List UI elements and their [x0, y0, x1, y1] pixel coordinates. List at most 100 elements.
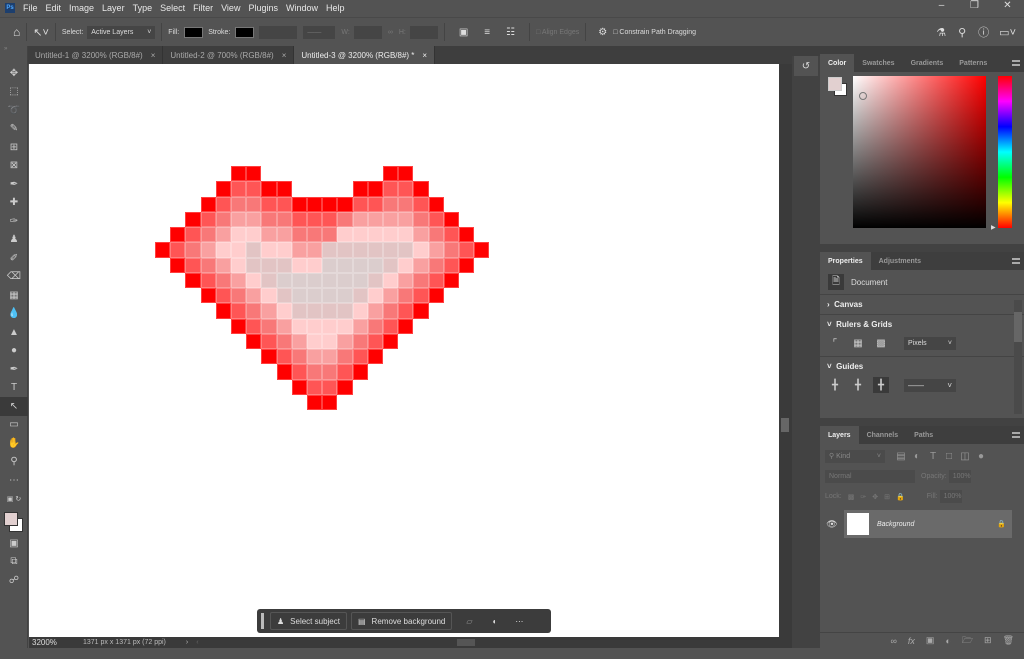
restore-icon[interactable]: ❐: [958, 0, 991, 16]
guides-section[interactable]: ˅ Guides ╋ ╋ ╋ —— ˅: [820, 356, 1024, 398]
visibility-eye-icon[interactable]: 👁: [820, 519, 844, 530]
smart-guides-icon[interactable]: ╋: [873, 377, 889, 393]
menu-view[interactable]: View: [221, 3, 240, 13]
path-selection-tool-icon[interactable]: ↖: [0, 397, 28, 416]
path-selection-tool-icon[interactable]: ↖˅: [33, 26, 49, 39]
help-icon[interactable]: ⓘ: [978, 24, 989, 40]
scroll-left-icon[interactable]: ‹: [196, 639, 198, 646]
brush-tool-icon[interactable]: ✑: [0, 212, 28, 231]
tab-color[interactable]: Color: [820, 54, 855, 72]
panel-menu-icon[interactable]: [1012, 258, 1020, 264]
stroke-type-dropdown[interactable]: ——: [303, 25, 336, 39]
width-input[interactable]: [353, 25, 382, 39]
close-icon[interactable]: ✕: [991, 0, 1024, 16]
new-adjustment-layer-icon[interactable]: ◐: [945, 636, 950, 646]
type-tool-icon[interactable]: T: [0, 379, 28, 398]
close-tab-icon[interactable]: ×: [422, 51, 427, 60]
gradient-tool-icon[interactable]: ▦: [0, 286, 28, 305]
menu-layer[interactable]: Layer: [102, 3, 125, 13]
home-icon[interactable]: ⌂: [13, 25, 20, 39]
smart-object-filter-icon[interactable]: ◫: [957, 448, 973, 464]
guide-style-dropdown[interactable]: —— ˅: [904, 378, 956, 392]
lock-artboard-icon[interactable]: ⊞: [884, 493, 890, 501]
link-layers-icon[interactable]: ∞: [890, 636, 896, 646]
panel-menu-icon[interactable]: [1012, 60, 1020, 66]
add-mask-icon[interactable]: ▣: [926, 635, 935, 646]
horizontal-scrollbar-thumb[interactable]: [457, 639, 475, 646]
blur-tool-icon[interactable]: 💧: [0, 305, 28, 324]
minimize-icon[interactable]: –: [925, 0, 958, 16]
lock-transparent-icon[interactable]: ▩: [848, 493, 855, 501]
hand-tool-icon[interactable]: ✋: [0, 434, 28, 453]
lock-pixels-icon[interactable]: ✑: [860, 493, 866, 501]
layer-row[interactable]: 👁 Background 🔒: [820, 510, 1024, 538]
trash-icon[interactable]: 🗑: [1003, 635, 1014, 646]
align-edges-checkbox[interactable]: □ Align Edges: [536, 29, 579, 36]
menu-filter[interactable]: Filter: [193, 3, 213, 13]
lock-guides-icon[interactable]: ╋: [850, 377, 866, 393]
crop-tool-icon[interactable]: ⊞: [0, 138, 28, 157]
menu-window[interactable]: Window: [286, 3, 318, 13]
transform-icon[interactable]: ▱: [466, 617, 472, 626]
vertical-scrollbar[interactable]: [779, 64, 792, 637]
link-icon[interactable]: ∞: [388, 29, 393, 36]
menu-select[interactable]: Select: [160, 3, 185, 13]
clone-stamp-tool-icon[interactable]: ♟: [0, 231, 28, 250]
burn-tool-icon[interactable]: ●: [0, 342, 28, 361]
menu-image[interactable]: Image: [69, 3, 94, 13]
lasso-tool-icon[interactable]: ➰: [0, 101, 28, 120]
shape-filter-icon[interactable]: □: [941, 448, 957, 464]
screen-mode-icon[interactable]: ⧉: [0, 553, 28, 572]
height-input[interactable]: [409, 25, 438, 39]
dodge-tool-icon[interactable]: ▲: [0, 323, 28, 342]
close-tab-icon[interactable]: ×: [151, 51, 156, 60]
menu-plugins[interactable]: Plugins: [248, 3, 278, 13]
blend-mode-dropdown[interactable]: Normal: [825, 470, 915, 483]
guides-icon[interactable]: ╋: [827, 377, 843, 393]
rectangle-tool-icon[interactable]: ▭: [0, 416, 28, 435]
more-tools-icon[interactable]: ⋯: [0, 471, 28, 490]
share-icon[interactable]: ☍: [0, 571, 28, 590]
type-filter-icon[interactable]: T: [925, 448, 941, 464]
eraser-tool-icon[interactable]: ⌫: [0, 268, 28, 287]
menu-edit[interactable]: Edit: [46, 3, 62, 13]
filter-toggle-icon[interactable]: ●: [973, 448, 989, 464]
document-canvas[interactable]: [29, 64, 779, 637]
canvas-section[interactable]: › Canvas: [820, 294, 1024, 314]
healing-brush-tool-icon[interactable]: ✚: [0, 194, 28, 213]
grid-icon[interactable]: ▦: [850, 335, 866, 351]
drag-handle[interactable]: [261, 613, 264, 629]
ruler-icon[interactable]: ⌜: [827, 335, 843, 351]
marquee-tool-icon[interactable]: ⬚: [0, 83, 28, 102]
pixel-filter-icon[interactable]: ▤: [893, 448, 909, 464]
kind-filter-dropdown[interactable]: ⚲ Kind ˅: [825, 449, 885, 463]
tab-untitled-2[interactable]: Untitled-2 @ 700% (RGB/8#) ×: [163, 46, 295, 64]
tab-properties[interactable]: Properties: [820, 252, 871, 270]
default-colors-icon[interactable]: ▣ ↻: [0, 490, 28, 509]
adjustment-icon[interactable]: ◐: [493, 617, 498, 626]
tab-swatches[interactable]: Swatches: [854, 54, 902, 72]
hue-slider[interactable]: [998, 76, 1012, 228]
fx-icon[interactable]: fx: [908, 636, 915, 646]
path-arrangement-icon[interactable]: ☷: [506, 27, 515, 38]
workspace-icon[interactable]: ▭˅: [999, 26, 1016, 39]
history-icon[interactable]: ↺: [794, 56, 818, 76]
move-tool-icon[interactable]: ✥: [0, 64, 28, 83]
stroke-width-dropdown[interactable]: [259, 25, 298, 39]
lock-position-icon[interactable]: ✥: [872, 493, 878, 501]
path-operations-icon[interactable]: ▣: [459, 27, 468, 38]
pen-tool-icon[interactable]: ✒: [0, 360, 28, 379]
color-picker-marker[interactable]: [859, 92, 867, 100]
fill-swatch[interactable]: [184, 26, 204, 38]
flask-icon[interactable]: ⚗: [936, 26, 946, 39]
adjustment-filter-icon[interactable]: ◐: [909, 448, 925, 464]
pixel-grid-icon[interactable]: ▩: [873, 335, 889, 351]
zoom-level[interactable]: 3200%: [29, 638, 79, 647]
color-field[interactable]: [853, 76, 986, 228]
foreground-color-chip[interactable]: [828, 77, 842, 91]
panel-menu-icon[interactable]: [1012, 432, 1020, 438]
tab-adjustments[interactable]: Adjustments: [871, 252, 929, 270]
hue-slider-handle[interactable]: ▶: [991, 224, 996, 231]
select-dropdown[interactable]: Active Layers ˅: [87, 25, 156, 39]
path-alignment-icon[interactable]: ≡: [484, 27, 490, 38]
